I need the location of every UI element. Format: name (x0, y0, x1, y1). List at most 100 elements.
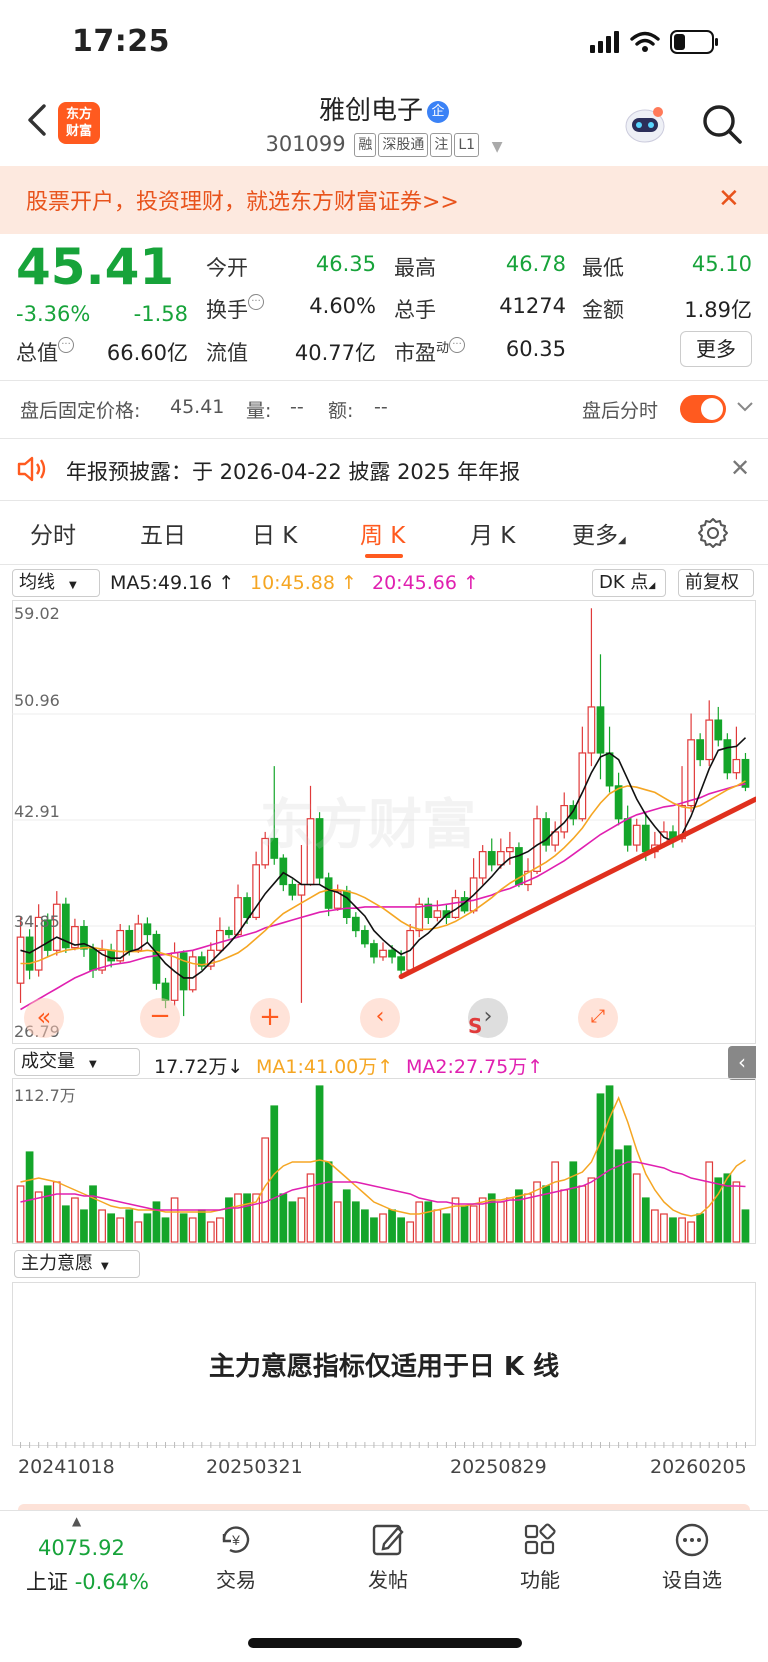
caret-up-icon[interactable]: ▲ (72, 1514, 81, 1528)
info-icon[interactable]: ··· (248, 294, 264, 310)
candle (714, 706, 723, 747)
after-hours-toggle[interactable] (680, 395, 726, 423)
volume-bar (650, 1209, 659, 1243)
sell-signal-marker: S (468, 1014, 483, 1038)
date-label: 20241018 (18, 1456, 115, 1478)
volume-bar (560, 1189, 569, 1243)
ma10-readout: 10:45.88 ↑ (250, 572, 357, 594)
candle-body (705, 719, 714, 761)
after-hours-amt-label: 额: (328, 400, 354, 422)
nav-post[interactable]: 发帖 (338, 1520, 438, 1593)
index-row[interactable]: 上证 -0.64% (26, 1566, 149, 1596)
y-tick-label: 42.91 (14, 802, 60, 821)
volume-bar (578, 1185, 587, 1243)
candle (333, 884, 342, 911)
cellular-signal-icon (590, 31, 619, 53)
zl-message: 主力意愿指标仅适用于日 K 线 (208, 1352, 560, 1382)
volume-bar (551, 1161, 560, 1243)
pe-label: 市盈动 ··· (394, 337, 466, 367)
volume-bar (342, 1189, 351, 1243)
volume-bar (107, 1213, 116, 1243)
volume-indicator-select[interactable]: 成交量 ▼ (14, 1048, 140, 1076)
caret-down-icon: ▼ (69, 580, 77, 591)
adjust-select[interactable]: 前复权 (678, 569, 754, 597)
volume-bar (605, 1085, 614, 1243)
index-value[interactable]: 4075.92 (38, 1536, 125, 1560)
candle (578, 726, 587, 822)
ai-assistant-icon[interactable] (622, 104, 668, 146)
enterprise-badge: 企 (427, 100, 449, 123)
volume-bar (98, 1209, 106, 1243)
candle (705, 700, 714, 767)
date-label: 20260205 (650, 1456, 747, 1478)
volume-bar (370, 1217, 378, 1243)
zl-indicator-select[interactable]: 主力意愿 ▼ (14, 1250, 140, 1278)
candle (623, 805, 632, 852)
volume-bar (678, 1217, 686, 1243)
tag-connect: 深股通 (378, 133, 429, 157)
volume-chart[interactable] (12, 1078, 756, 1244)
tab-daily-k[interactable]: 日 K (252, 516, 297, 550)
candle-body (714, 719, 723, 741)
info-icon[interactable]: ··· (58, 337, 74, 353)
volume-bar (52, 1181, 61, 1243)
more-button[interactable]: 更多 (680, 331, 752, 367)
tab-monthly-k[interactable]: 月 K (470, 516, 515, 550)
search-icon[interactable] (700, 102, 744, 146)
nav-add-watchlist[interactable]: 设自选 (642, 1520, 742, 1593)
promo-text[interactable]: 股票开户，投资理财，就选东方财富证券>> (26, 184, 459, 216)
report-notice-text[interactable]: 年报预披露：于 2026-04-22 披露 2025 年年报 (66, 456, 520, 486)
volume-bar (351, 1201, 360, 1243)
nav-functions[interactable]: 功能 (490, 1520, 590, 1593)
dk-point-select[interactable]: DK 点◢ (592, 569, 666, 597)
volume-bar (34, 1191, 43, 1243)
zoom-in-button[interactable]: + (250, 998, 290, 1038)
candle (632, 818, 641, 852)
side-panel-toggle[interactable]: ‹ (728, 1046, 756, 1080)
candle (188, 950, 197, 993)
nav-trade[interactable]: ¥ 交易 (186, 1520, 286, 1593)
ma10-text: 10:45.88 (250, 572, 335, 594)
volume-bar (188, 1217, 197, 1243)
info-icon[interactable]: ··· (449, 337, 466, 353)
candle (25, 929, 34, 980)
volume-bar (243, 1193, 251, 1243)
tab-intraday[interactable]: 分时 (30, 516, 76, 550)
volume-bar (424, 1201, 433, 1243)
chevron-down-icon[interactable] (736, 400, 754, 414)
candle (451, 889, 460, 919)
promo-close-icon[interactable]: ✕ (718, 184, 740, 214)
edit-icon (372, 1524, 404, 1556)
tab-more[interactable]: 更多◢ (572, 516, 626, 550)
volume-bar (61, 1205, 70, 1243)
candle-body (16, 936, 25, 984)
candle (605, 726, 614, 793)
candle (614, 772, 623, 826)
candle-body (370, 943, 378, 958)
scroll-left-button[interactable]: ‹ (360, 998, 400, 1038)
candle-body (89, 948, 97, 971)
settings-gear-icon[interactable] (696, 516, 730, 550)
y-tick-label: 59.02 (14, 604, 60, 623)
fullscreen-button[interactable]: ⤢ (578, 998, 618, 1038)
y-tick-label: 50.96 (14, 691, 60, 710)
tab-5day[interactable]: 五日 (140, 516, 186, 550)
candle (433, 900, 442, 922)
notice-close-icon[interactable]: ✕ (730, 454, 750, 482)
ma20-text: 20:45.66 (372, 572, 457, 594)
volume-max-label: 112.7万 (14, 1086, 76, 1105)
speaker-icon (17, 456, 46, 482)
scroll-left-fast-button[interactable]: « (24, 998, 64, 1038)
indicator-select[interactable]: 均线 ▼ (12, 569, 100, 597)
zoom-out-button[interactable]: − (140, 998, 180, 1038)
candle (216, 917, 224, 952)
ma5-text: MA5:49.16 (110, 572, 213, 594)
volume-bar (569, 1161, 578, 1243)
after-hours-amt: -- (374, 396, 388, 418)
candle (152, 930, 161, 990)
mktcap-label-text: 总值 (16, 341, 58, 365)
after-hours-toggle-label: 盘后分时 (582, 400, 659, 422)
candle-body (179, 952, 188, 991)
open-value: 46.35 (315, 252, 376, 276)
tab-weekly-k[interactable]: 周 K (360, 516, 405, 550)
